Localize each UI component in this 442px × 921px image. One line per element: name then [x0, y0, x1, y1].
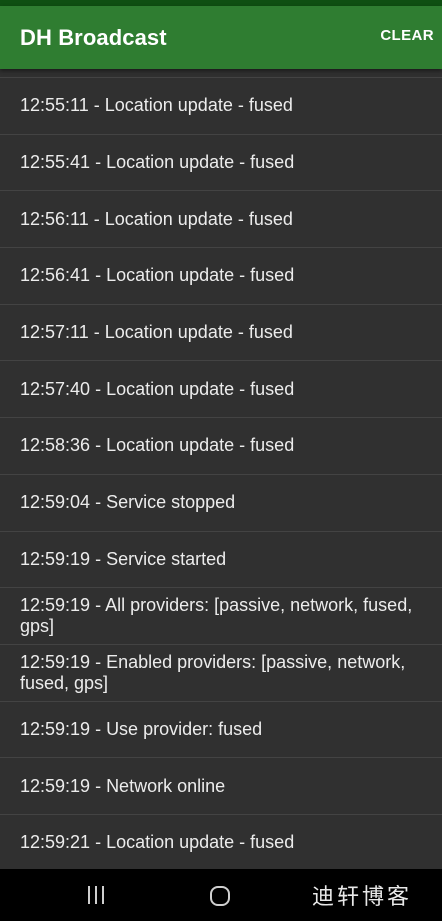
log-entry: 12:57:40 - Location update - fused [0, 361, 442, 419]
log-entry: 12:58:36 - Location update - fused [0, 418, 442, 475]
app-title: DH Broadcast [20, 25, 167, 50]
log-entry: 12:55:11 - Location update - fused [0, 78, 442, 135]
log-entry: 12:59:19 - Network online [0, 758, 442, 815]
log-entry: 12:59:19 - Enabled providers: [passive, … [0, 645, 442, 702]
log-entry-text: 12:57:40 - Location update - fused [20, 378, 295, 399]
log-entry-text: 12:59:19 - Network online [20, 775, 226, 796]
clear-button[interactable]: CLEAR [380, 27, 434, 44]
log-entry-text: 12:59:04 - Service stopped [20, 492, 236, 513]
log-entry: 12:59:19 - Use provider: fused [0, 702, 442, 759]
log-entry: 12:59:19 - Service started [0, 532, 442, 589]
log-entry-text: 12:59:19 - All providers: [passive, netw… [20, 595, 413, 637]
log-entry-text: 12:58:36 - Location update - fused [20, 435, 295, 456]
log-entry-text: 12:55:41 - Location update - fused [20, 152, 295, 173]
log-list-divider [0, 69, 442, 78]
log-entry-text: 12:55:11 - Location update - fused [20, 95, 293, 116]
log-entry-text: 12:56:41 - Location update - fused [20, 265, 295, 286]
log-entry-text: 12:59:19 - Service started [20, 548, 227, 569]
log-entry: 12:59:19 - All providers: [passive, netw… [0, 588, 442, 645]
log-entry-text: 12:59:21 - Location update - fused [20, 832, 295, 853]
log-entry: 12:56:11 - Location update - fused [0, 191, 442, 249]
log-entry-text: 12:59:19 - Use provider: fused [20, 718, 263, 739]
log-entry-text: 12:57:11 - Location update - fused [20, 322, 293, 343]
log-entry: 12:55:41 - Location update - fused [0, 135, 442, 192]
log-entry-text: 12:59:19 - Enabled providers: [passive, … [20, 651, 406, 693]
watermark: 迪轩博客 [312, 885, 413, 910]
log-entry-text: 12:56:11 - Location update - fused [20, 208, 293, 229]
log-entry: 12:56:41 - Location update - fused [0, 248, 442, 305]
log-entry: 12:59:21 - Location update - fused [0, 815, 442, 869]
log-entry: 12:59:04 - Service stopped [0, 475, 442, 532]
home-icon[interactable] [210, 886, 230, 906]
navigation-bar: 迪轩博客 [0, 869, 442, 921]
app-bar: DH Broadcast CLEAR [0, 6, 442, 69]
recents-icon[interactable] [88, 886, 104, 904]
log-entry: 12:57:11 - Location update - fused [0, 305, 442, 362]
log-list[interactable]: 12:55:11 - Location update - fused 12:55… [0, 69, 442, 869]
